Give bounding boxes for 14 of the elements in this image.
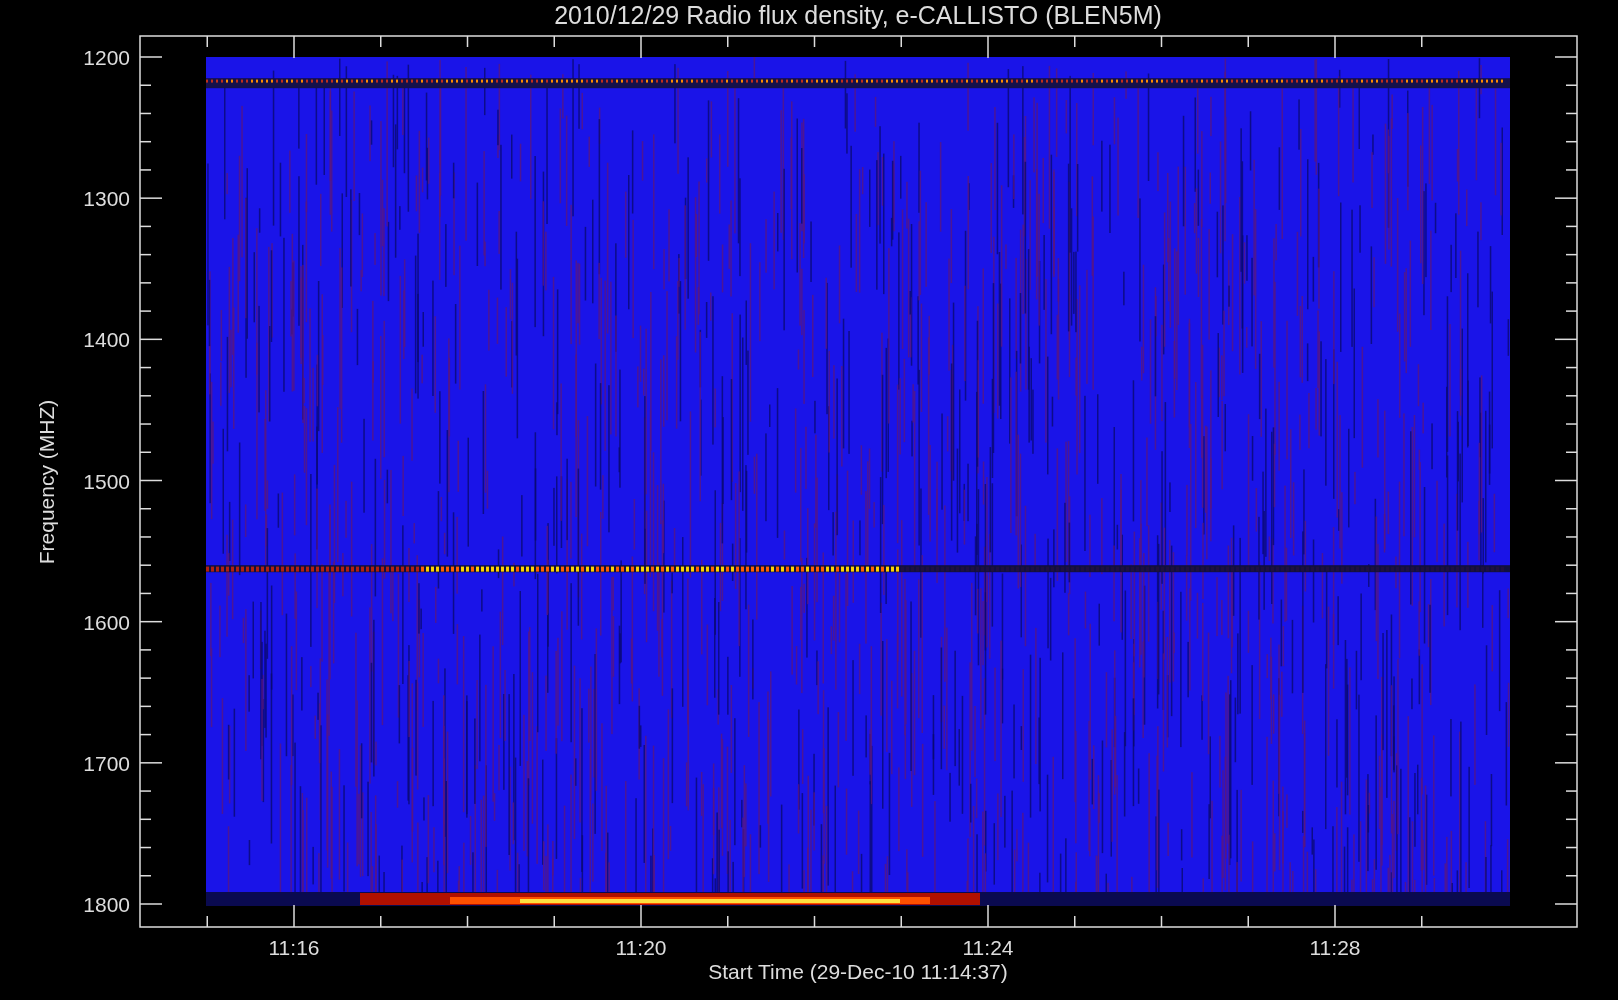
y-tick-label: 1300 xyxy=(83,187,130,211)
y-tick-label: 1400 xyxy=(83,328,130,352)
y-axis-label: Frequency (MHZ) xyxy=(35,399,58,565)
x-tick-label: 11:24 xyxy=(962,936,1014,959)
y-tick-label: 1500 xyxy=(83,469,130,493)
x-tick-label: 11:16 xyxy=(268,936,320,959)
y-tick-label: 1200 xyxy=(83,46,130,69)
y-tick-label: 1800 xyxy=(83,893,130,916)
chart-title: 2010/12/29 Radio flux density, e-CALLISTO (BLEN5M) xyxy=(554,1,1162,29)
y-tick-label: 1600 xyxy=(83,610,130,634)
x-tick-label: 11:20 xyxy=(615,936,667,959)
y-tick-label: 1700 xyxy=(83,751,130,775)
x-axis-label: Start Time (29-Dec-10 11:14:37) xyxy=(708,960,1008,983)
x-tick-label: 11:28 xyxy=(1309,936,1361,959)
